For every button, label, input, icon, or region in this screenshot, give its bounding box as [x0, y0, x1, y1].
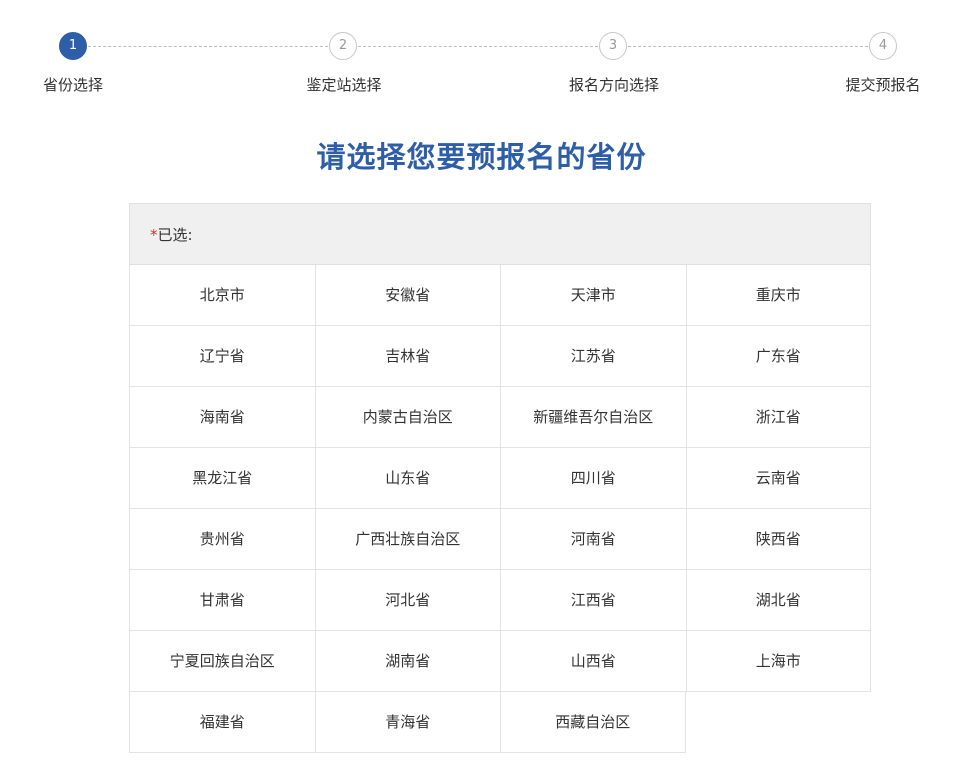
province-option[interactable]: 广西壮族自治区: [314, 509, 500, 570]
step-2-circle: 2: [329, 32, 357, 60]
province-option[interactable]: 内蒙古自治区: [314, 387, 500, 448]
step-4-label: 提交预报名: [845, 76, 921, 94]
province-option[interactable]: 甘肃省: [129, 570, 315, 631]
province-option[interactable]: 新疆维吾尔自治区: [500, 387, 686, 448]
province-option[interactable]: 山西省: [500, 631, 686, 692]
province-option[interactable]: 安徽省: [314, 265, 500, 326]
step-indicator: 1 2 3 4 省份选择 鉴定站选择 报名方向选择 提交预报名: [0, 0, 963, 110]
province-option[interactable]: 湖南省: [314, 631, 500, 692]
province-option[interactable]: 辽宁省: [129, 326, 315, 387]
province-option[interactable]: 云南省: [685, 448, 871, 509]
step-1-circle: 1: [59, 32, 87, 60]
province-selection-panel: *已选: 北京市 安徽省 天津市 重庆市 辽宁省 吉林省 江苏省 广东省 海南省…: [129, 203, 871, 753]
step-connector: [88, 46, 328, 47]
page-title: 请选择您要预报名的省份: [316, 140, 647, 174]
province-option[interactable]: 上海市: [685, 631, 871, 692]
province-option[interactable]: 青海省: [314, 692, 500, 753]
province-option[interactable]: 黑龙江省: [129, 448, 315, 509]
step-2-label: 鉴定站选择: [306, 76, 382, 94]
province-option[interactable]: 陕西省: [685, 509, 871, 570]
step-connector: [628, 46, 868, 47]
province-option[interactable]: 贵州省: [129, 509, 315, 570]
province-option[interactable]: 四川省: [500, 448, 686, 509]
province-option[interactable]: 海南省: [129, 387, 315, 448]
province-option[interactable]: 吉林省: [314, 326, 500, 387]
step-3-label: 报名方向选择: [568, 76, 659, 94]
step-3-circle: 3: [599, 32, 627, 60]
step-1-label: 省份选择: [42, 76, 103, 94]
province-option[interactable]: 江苏省: [500, 326, 686, 387]
step-connector: [358, 46, 598, 47]
province-option[interactable]: 重庆市: [685, 265, 871, 326]
province-option[interactable]: 湖北省: [685, 570, 871, 631]
province-option[interactable]: 浙江省: [685, 387, 871, 448]
selected-label: 已选:: [157, 226, 193, 244]
province-option[interactable]: 宁夏回族自治区: [129, 631, 315, 692]
province-option[interactable]: 北京市: [129, 265, 315, 326]
province-option[interactable]: 山东省: [314, 448, 500, 509]
province-option[interactable]: 天津市: [500, 265, 686, 326]
province-option[interactable]: 福建省: [129, 692, 315, 753]
province-option[interactable]: 西藏自治区: [500, 692, 686, 753]
selected-provinces-bar: *已选:: [129, 203, 871, 265]
province-option[interactable]: 河南省: [500, 509, 686, 570]
province-option[interactable]: 河北省: [314, 570, 500, 631]
step-4-circle: 4: [869, 32, 897, 60]
required-star: *: [150, 226, 158, 244]
province-option[interactable]: 广东省: [685, 326, 871, 387]
province-grid: 北京市 安徽省 天津市 重庆市 辽宁省 吉林省 江苏省 广东省 海南省 内蒙古自…: [129, 265, 871, 753]
province-option[interactable]: 江西省: [500, 570, 686, 631]
